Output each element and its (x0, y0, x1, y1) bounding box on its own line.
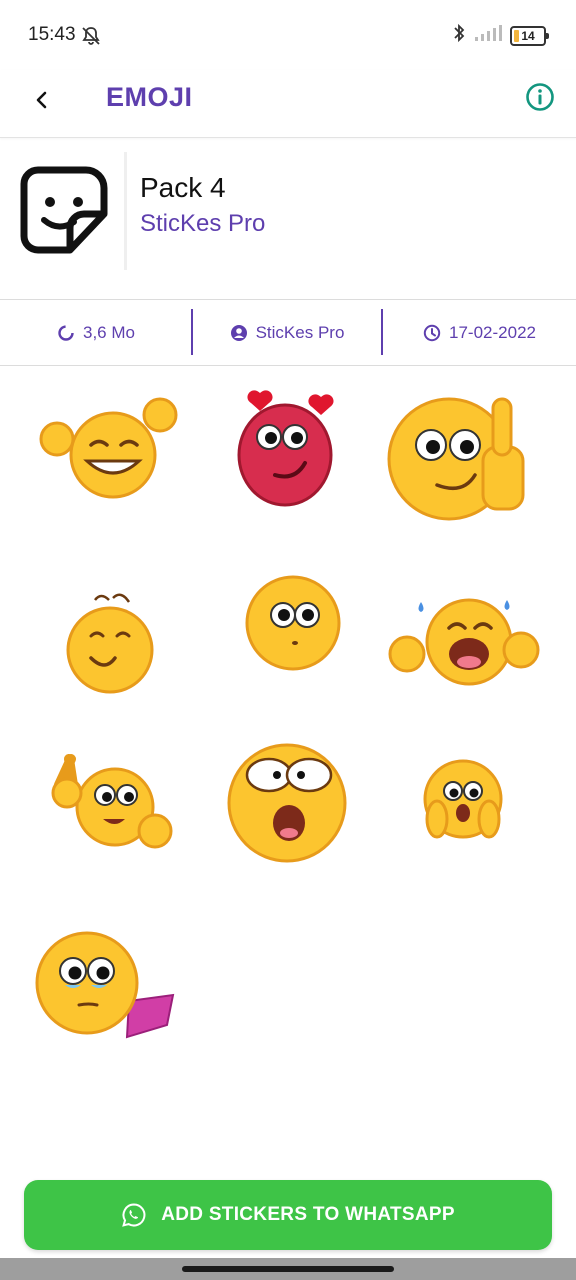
pack-info-row: 3,6 Mo SticKes Pro 17-02-2022 (0, 300, 576, 366)
sticker-crying-fists[interactable] (381, 562, 551, 732)
waving-fists-emoji-icon (39, 397, 178, 499)
shocked-emoji-icon (227, 743, 347, 863)
status-bar: 15:43 14 (0, 0, 576, 70)
sticker-heart-eyes-red[interactable] (203, 367, 373, 537)
home-indicator[interactable] (182, 1266, 394, 1272)
content-smile-emoji-icon (66, 593, 154, 694)
sticker-surprised[interactable] (203, 557, 373, 727)
info-button[interactable] (524, 81, 556, 113)
system-nav-bar (0, 1258, 576, 1280)
sticker-waving-fists[interactable] (25, 367, 195, 537)
sticker-peace-sign[interactable] (35, 737, 205, 907)
app-bar: EMOJI (0, 70, 576, 138)
peace-sign-emoji-icon (51, 754, 173, 849)
add-button-label: ADD STICKERS TO WHATSAPP (161, 1204, 455, 1225)
storage-icon (58, 325, 74, 341)
info-date: 17-02-2022 (383, 300, 576, 366)
info-icon (526, 83, 554, 111)
sticker-content-smile[interactable] (25, 562, 195, 732)
mute-icon (80, 25, 102, 52)
pack-author: SticKes Pro (255, 323, 345, 342)
scared-hands-emoji-icon (423, 759, 503, 839)
info-size: 3,6 Mo (0, 300, 192, 366)
back-button[interactable] (26, 84, 58, 116)
signal-icon (474, 23, 502, 48)
bluetooth-icon (452, 22, 466, 49)
battery-level: 14 (521, 28, 535, 43)
pack-date: 17-02-2022 (449, 323, 536, 342)
account-icon (230, 325, 247, 341)
heart-eyes-red-emoji-icon (237, 390, 334, 507)
back-arrow-icon (36, 91, 47, 109)
surprised-emoji-icon (245, 575, 341, 671)
battery-icon: 14 (510, 25, 549, 46)
sticker-scared-hands[interactable] (381, 737, 551, 907)
page-title: EMOJI (106, 82, 193, 112)
add-to-whatsapp-button[interactable]: ADD STICKERS TO WHATSAPP (24, 1180, 552, 1250)
sticker-teary-cape[interactable] (25, 927, 195, 1097)
status-indicators: 14 (452, 22, 549, 49)
pack-name: Pack 4 (140, 172, 226, 203)
crying-fists-emoji-icon (388, 598, 540, 686)
pack-divider (124, 152, 127, 270)
thumbs-up-emoji-icon (387, 397, 525, 521)
sticker-thumbs-up[interactable] (381, 377, 551, 547)
info-author: SticKes Pro (193, 300, 381, 366)
teary-cape-emoji-icon (35, 931, 175, 1039)
pack-size: 3,6 Mo (83, 323, 135, 342)
whatsapp-icon (122, 1203, 146, 1227)
pack-publisher: SticKes Pro (140, 210, 266, 237)
clock-icon (423, 324, 441, 342)
sticker-shocked[interactable] (203, 737, 373, 907)
sticker-pack-logo-icon (18, 162, 114, 258)
status-time: 15:43 (28, 24, 76, 45)
pack-header: Pack 4 SticKes Pro (0, 138, 576, 300)
